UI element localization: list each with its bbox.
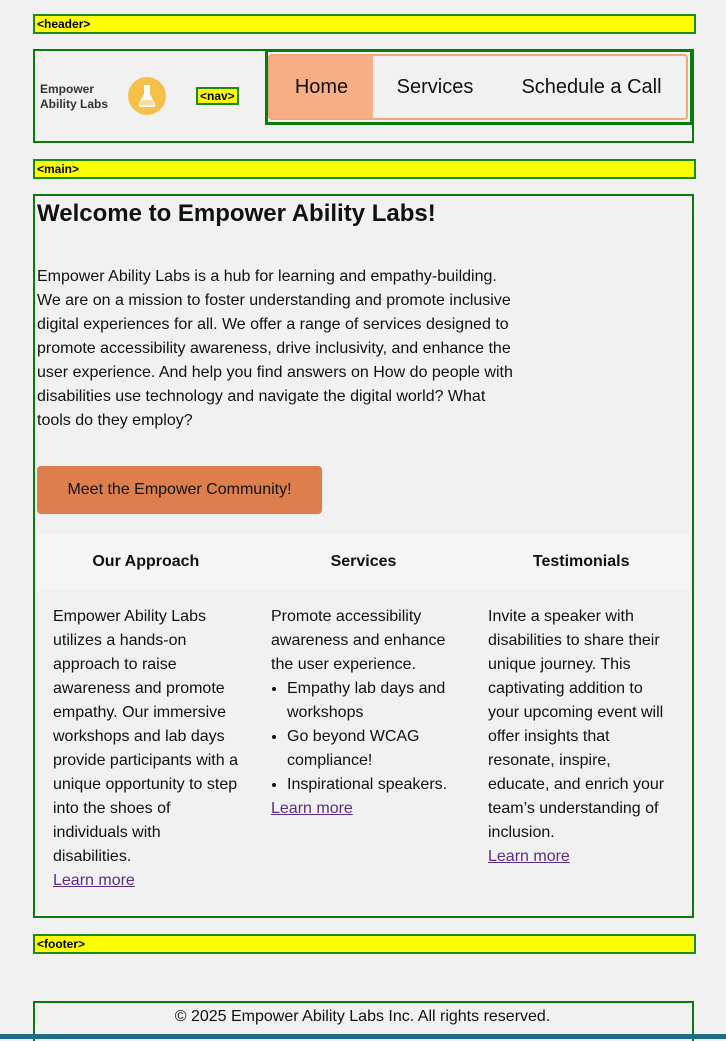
logo-text[interactable]: Empower Ability Labs xyxy=(40,82,130,112)
tab-list: Our Approach Services Testimonials xyxy=(37,534,690,590)
main-navigation: Home Services Schedule a Call xyxy=(268,54,688,120)
services-text: Promote accessibility awareness and enha… xyxy=(271,608,446,673)
flask-icon xyxy=(128,77,166,115)
tab-testimonials[interactable]: Testimonials xyxy=(472,534,690,590)
services-learn-more-link[interactable]: Learn more xyxy=(271,800,353,817)
header-tag: <header> xyxy=(33,14,696,34)
approach-learn-more-link[interactable]: Learn more xyxy=(53,872,135,889)
nav-item-services[interactable]: Services xyxy=(373,56,497,118)
main-tag: <main> xyxy=(33,159,696,179)
footer-tag: <footer> xyxy=(33,934,696,954)
window-bottom-edge xyxy=(0,1034,726,1039)
copyright-text: © 2025 Empower Ability Labs Inc. All rig… xyxy=(174,1008,551,1025)
tab-our-approach[interactable]: Our Approach xyxy=(37,534,255,590)
nav-item-home[interactable]: Home xyxy=(270,56,373,118)
meet-community-button[interactable]: Meet the Empower Community! xyxy=(37,466,322,514)
testimonials-learn-more-link[interactable]: Learn more xyxy=(488,848,570,865)
approach-text: Empower Ability Labs utilizes a hands-on… xyxy=(53,608,238,865)
nav-tag: <nav> xyxy=(196,87,239,105)
list-item: Inspirational speakers. xyxy=(287,773,461,797)
approach-panel: Empower Ability Labs utilizes a hands-on… xyxy=(53,605,243,893)
list-item: Empathy lab days and workshops xyxy=(287,677,461,725)
services-list: Empathy lab days and workshops Go beyond… xyxy=(271,677,461,797)
testimonials-panel: Invite a speaker with disabilities to sh… xyxy=(488,605,673,869)
tab-services[interactable]: Services xyxy=(255,534,473,590)
page-title: Welcome to Empower Ability Labs! xyxy=(37,200,436,227)
nav-item-schedule-call[interactable]: Schedule a Call xyxy=(497,56,686,118)
testimonials-text: Invite a speaker with disabilities to sh… xyxy=(488,608,665,841)
intro-paragraph: Empower Ability Labs is a hub for learni… xyxy=(37,268,513,429)
list-item: Go beyond WCAG compliance! xyxy=(287,725,461,773)
services-panel: Promote accessibility awareness and enha… xyxy=(271,605,461,821)
